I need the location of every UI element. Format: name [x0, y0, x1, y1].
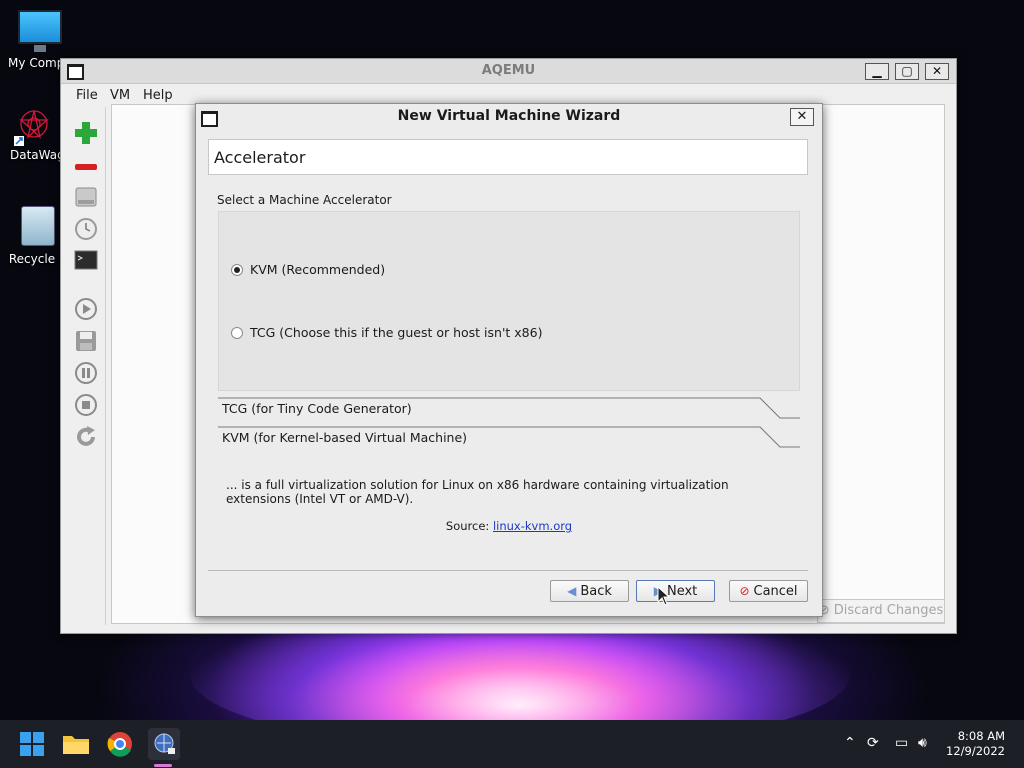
chrome-icon[interactable] — [104, 728, 136, 760]
source-label: Source: — [445, 519, 490, 533]
file-explorer-icon[interactable] — [60, 728, 92, 760]
remove-vm-icon[interactable] — [74, 155, 98, 179]
stop-icon[interactable] — [74, 393, 98, 417]
next-label: Next — [666, 583, 698, 599]
recycle-bin-icon — [21, 206, 55, 246]
back-arrow-icon: ◀ — [567, 584, 577, 598]
accelerator-group: KVM (Recommended) TCG (Choose this if th… — [218, 211, 800, 391]
play-icon[interactable] — [74, 297, 98, 321]
discard-changes-button[interactable]: ⊘ Discard Changes — [817, 599, 945, 623]
tray-volume-icon[interactable]: 🔊︎ — [918, 735, 927, 751]
radio-tcg-label: TCG (Choose this if the guest or host is… — [250, 325, 543, 340]
accelerator-description: ... is a full virtualization solution fo… — [226, 478, 729, 506]
info-tab-tcg-label: TCG (for Tiny Code Generator) — [222, 401, 412, 416]
dialog-title: New Virtual Machine Wizard — [397, 108, 621, 124]
dialog-close-button[interactable]: ✕ — [790, 108, 814, 126]
dialog-titlebar[interactable]: New Virtual Machine Wizard ✕ — [196, 104, 822, 128]
wizard-page-title: Accelerator — [208, 139, 808, 175]
clock-time: 8:08 AM — [957, 729, 1005, 743]
cancel-button[interactable]: ⊘ Cancel — [729, 580, 808, 602]
close-button[interactable]: ✕ — [925, 63, 949, 80]
save-icon[interactable] — [74, 329, 98, 353]
taskbar-clock[interactable]: 8:08 AM 12/9/2022 — [946, 729, 1005, 759]
section-label: Select a Machine Accelerator — [217, 193, 392, 207]
cancel-icon: ⊘ — [739, 584, 750, 598]
source-line: Source: linux-kvm.org — [196, 519, 822, 533]
active-app-indicator — [154, 764, 172, 767]
maximize-button[interactable]: ▢ — [895, 63, 919, 80]
button-separator — [208, 570, 808, 571]
window-title: AQEMU — [481, 63, 536, 78]
windows-start-icon[interactable] — [16, 728, 48, 760]
main-titlebar[interactable]: AQEMU ▁ ▢ ✕ — [61, 59, 956, 84]
radio-tcg[interactable]: TCG (Choose this if the guest or host is… — [231, 325, 542, 340]
info-tab-kvm[interactable]: KVM (for Kernel-based Virtual Machine) — [218, 426, 800, 448]
add-vm-icon[interactable] — [74, 121, 98, 145]
computer-icon — [18, 10, 62, 52]
info-tab-kvm-label: KVM (for Kernel-based Virtual Machine) — [222, 430, 468, 445]
terminal-icon[interactable] — [74, 248, 98, 272]
menu-help[interactable]: Help — [143, 88, 173, 103]
taskbar: ⌃ ⟳ ▭ 🔊︎ 8:08 AM 12/9/2022 — [0, 720, 1024, 768]
tray-sync-icon[interactable]: ⟳ — [867, 735, 879, 751]
minimize-button[interactable]: ▁ — [865, 63, 889, 80]
vertical-toolbar — [67, 107, 106, 625]
tray-network-icon[interactable]: ▭ — [895, 735, 908, 751]
back-label: Back — [580, 583, 612, 599]
info-tab-tcg[interactable]: TCG (for Tiny Code Generator) — [218, 397, 800, 419]
clock-date: 12/9/2022 — [946, 744, 1005, 758]
tray-chevron-icon[interactable]: ⌃ — [844, 735, 856, 751]
reload-icon[interactable] — [74, 425, 98, 449]
back-button[interactable]: ◀ Back — [550, 580, 629, 602]
radio-kvm[interactable]: KVM (Recommended) — [231, 262, 385, 277]
radio-kvm-label: KVM (Recommended) — [250, 262, 386, 277]
drive-icon[interactable] — [74, 185, 98, 209]
discard-label: Discard Changes — [833, 603, 944, 618]
menu-vm[interactable]: VM — [110, 88, 130, 103]
radio-button-kvm[interactable] — [231, 263, 243, 276]
aqemu-icon[interactable] — [148, 728, 180, 760]
datawagon-icon — [10, 106, 50, 146]
radio-button-tcg[interactable] — [231, 326, 243, 339]
next-button[interactable]: ▶Next — [636, 580, 715, 602]
cancel-label: Cancel — [753, 583, 798, 599]
mouse-cursor-icon — [657, 586, 671, 606]
source-link[interactable]: linux-kvm.org — [493, 519, 572, 533]
menu-file[interactable]: File — [76, 88, 98, 103]
new-vm-wizard-dialog: New Virtual Machine Wizard ✕ Accelerator… — [195, 103, 823, 617]
clock-icon[interactable] — [74, 217, 98, 241]
pause-icon[interactable] — [74, 361, 98, 385]
